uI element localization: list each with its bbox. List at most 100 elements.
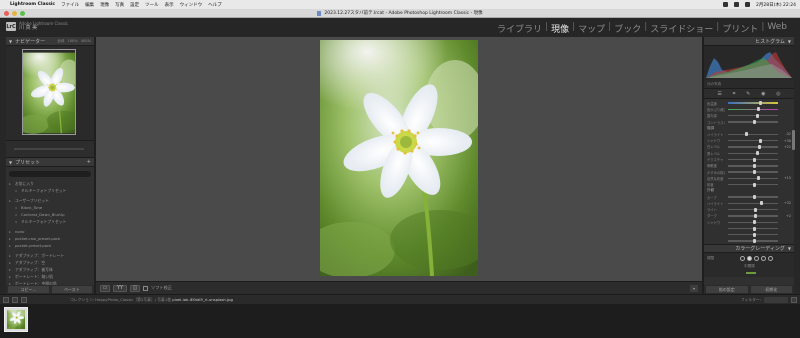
slider-track[interactable] — [728, 232, 778, 237]
image-display-area[interactable] — [96, 37, 702, 281]
filmstrip-thumbnail[interactable] — [4, 307, 28, 332]
menu-item-8[interactable]: ヘルプ — [208, 2, 222, 8]
zoom-window-button[interactable] — [20, 11, 25, 16]
slider-track[interactable] — [728, 107, 778, 112]
slider-track[interactable] — [728, 113, 778, 118]
slider-value[interactable]: +21 — [781, 145, 791, 149]
slider-track[interactable] — [728, 170, 778, 175]
main-photo[interactable] — [320, 40, 478, 276]
slider-track[interactable] — [728, 138, 778, 143]
preset-group[interactable]: ▸ アダプティブ：ポートレート — [9, 252, 91, 259]
color-wheel-indicator[interactable] — [746, 272, 756, 275]
midtones-mode-icon[interactable] — [754, 256, 759, 262]
slider-track[interactable] — [728, 213, 778, 218]
menu-item-0[interactable]: ファイル — [61, 2, 79, 8]
presets-header[interactable]: ▼ プリセット + — [6, 158, 94, 167]
slider-knob[interactable] — [753, 182, 756, 187]
slider-track[interactable] — [728, 201, 778, 206]
slider-track[interactable] — [728, 163, 778, 168]
slider-track[interactable] — [728, 151, 778, 156]
preset-item[interactable]: ▫ ミルキーフォトプリセット — [9, 187, 91, 194]
slider-track[interactable] — [728, 144, 778, 149]
control-center-icon[interactable] — [723, 2, 728, 7]
slider-track[interactable] — [728, 226, 778, 231]
preset-group[interactable]: ▸ ユーザープリセット — [9, 197, 91, 204]
slider-knob[interactable] — [758, 144, 761, 149]
slider-knob[interactable] — [745, 132, 748, 137]
slider-value[interactable]: +15 — [781, 176, 791, 180]
app-menu[interactable]: Lightroom Classic — [10, 2, 55, 7]
slider-track[interactable] — [728, 239, 778, 244]
toolbar-menu-chevron-icon[interactable]: ▾ — [690, 284, 698, 292]
module-tab-0[interactable]: ライブラリ — [494, 22, 545, 35]
module-tab-6[interactable]: Web — [764, 22, 790, 35]
slider-track[interactable] — [728, 182, 778, 187]
preset-group[interactable]: ▸ pocket-preset.pack — [9, 242, 91, 249]
slider-knob[interactable] — [753, 226, 756, 231]
slider-knob[interactable] — [755, 151, 759, 156]
slider-track[interactable] — [728, 157, 778, 162]
slider-value[interactable]: +2 — [781, 214, 791, 218]
preset-group[interactable]: ▸ nono — [9, 228, 91, 235]
navigator-header[interactable]: ▼ ナビゲーター 全体 100% 400% — [6, 37, 94, 46]
slider-knob[interactable] — [753, 239, 756, 244]
reset-button[interactable]: 初期化 — [750, 286, 792, 293]
slider-knob[interactable] — [753, 195, 756, 200]
filter-toggle-icon[interactable] — [791, 296, 797, 303]
preset-group[interactable]: ▸ アダプティブ：被写体 — [9, 266, 91, 273]
navigator-thumbnail[interactable] — [22, 49, 76, 135]
slider-value[interactable]: +32 — [781, 201, 791, 205]
slider-knob[interactable] — [753, 232, 756, 237]
redeye-tool-icon[interactable]: ◉ — [761, 91, 765, 97]
slider-knob[interactable] — [755, 113, 759, 118]
slider-knob[interactable] — [753, 163, 756, 168]
grid-view-icon[interactable] — [21, 296, 27, 303]
add-preset-icon[interactable]: + — [87, 159, 91, 165]
menu-item-3[interactable]: 写真 — [115, 2, 124, 8]
loupe-view-button[interactable]: ▭ — [100, 284, 110, 292]
module-tab-5[interactable]: プリント — [719, 22, 761, 35]
right-panel-scrollbar[interactable] — [792, 130, 795, 150]
slider-knob[interactable] — [754, 207, 757, 212]
close-window-button[interactable] — [4, 11, 9, 16]
menu-item-5[interactable]: ツール — [145, 2, 159, 8]
menu-item-4[interactable]: 設定 — [130, 2, 139, 8]
slider-knob[interactable] — [753, 170, 756, 175]
preset-group[interactable]: ▸ ポートレート：暗い肌 — [9, 273, 91, 280]
minimize-window-button[interactable] — [12, 11, 17, 16]
preset-group[interactable]: ▸ お気に入り — [9, 180, 91, 187]
preset-item[interactable]: ▫ ミルキーフォトプリセット — [9, 218, 91, 225]
before-after-toggle-button[interactable]: ◫ — [130, 284, 140, 292]
filter-dropdown[interactable] — [764, 296, 788, 303]
edit-tool-icon[interactable]: ☰ — [717, 91, 721, 97]
masking-tool-icon[interactable]: ◎ — [776, 91, 780, 97]
slider-value[interactable]: +30 — [781, 139, 791, 143]
slider-knob[interactable] — [757, 176, 760, 181]
slider-value[interactable]: -52 — [781, 132, 791, 136]
slider-knob[interactable] — [757, 107, 760, 112]
slider-knob[interactable] — [753, 220, 756, 225]
menubar-clock[interactable]: 2月28日(木) 22:24 — [756, 2, 796, 8]
slider-track[interactable] — [728, 132, 778, 137]
module-tab-1[interactable]: 現像 — [548, 22, 572, 35]
slider-knob[interactable] — [753, 213, 757, 218]
menu-item-1[interactable]: 編集 — [85, 2, 94, 8]
preset-group[interactable]: ▸ アダプティブ：空 — [9, 259, 91, 266]
primary-display-icon[interactable] — [3, 296, 9, 303]
preset-item[interactable]: ▫ Blank_Tone — [9, 204, 91, 211]
crop-tool-icon[interactable]: ⌗ — [733, 91, 736, 97]
preset-group[interactable]: ▸ pocket-raw_preset.pack — [9, 235, 91, 242]
healing-tool-icon[interactable]: ✎ — [746, 91, 750, 97]
module-tab-4[interactable]: スライドショー — [647, 22, 716, 35]
slider-track[interactable] — [728, 195, 778, 200]
three-way-mode-icon[interactable] — [740, 256, 745, 262]
secondary-display-icon[interactable] — [12, 296, 18, 303]
histogram-header[interactable]: ヒストグラム ▼ — [704, 37, 794, 46]
histogram[interactable] — [704, 46, 794, 80]
preset-search-field[interactable] — [9, 171, 91, 177]
slider-knob[interactable] — [753, 120, 756, 125]
module-tab-3[interactable]: ブック — [611, 22, 644, 35]
module-tab-2[interactable]: マップ — [575, 22, 608, 35]
wifi-icon[interactable] — [734, 2, 739, 7]
shadows-mode-icon[interactable] — [747, 256, 752, 262]
